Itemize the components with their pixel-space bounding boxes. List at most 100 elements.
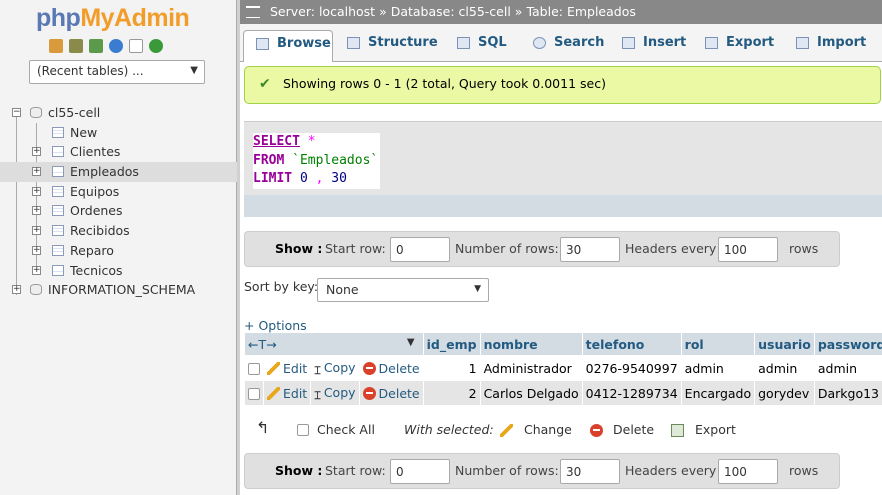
cell-rol[interactable]: Encargado [681,381,755,405]
start-row-input[interactable] [390,237,450,262]
cell-password[interactable]: Darkgo13 [814,381,882,405]
nav-icon-bar [49,39,163,53]
expand-icon[interactable]: + [32,265,41,275]
cell-telefono[interactable]: 0276-9540997 [582,356,681,380]
cell-password[interactable]: admin [814,356,882,380]
tree-item-empleados[interactable]: + Empleados [0,162,237,182]
tree-item-clientes[interactable]: + Clientes [0,142,237,162]
expand-icon[interactable]: + [32,226,41,236]
tab-insert[interactable]: Insert [610,30,686,62]
column-header-nombre[interactable]: nombre [480,333,582,355]
copy-link[interactable]: Copy [324,360,356,375]
tree-item-tecnicos[interactable]: + Tecnicos [0,261,237,281]
expand-icon[interactable]: + [32,167,41,177]
sql-number: 30 [331,171,347,186]
options-link[interactable]: + Options [244,318,307,333]
bulk-change-button[interactable]: Change [524,418,572,442]
column-header-id-emp[interactable]: id_emp [423,333,480,355]
row-checkbox[interactable] [248,363,260,375]
column-header-rol[interactable]: rol [681,333,755,355]
database-tree: − cl55-cell New + Clientes + Empleados +… [0,103,237,300]
column-nav-arrows[interactable]: ←T→ [248,337,277,352]
tree-db-information-schema[interactable]: + INFORMATION_SCHEMA [0,280,237,300]
expand-icon[interactable]: + [32,245,41,255]
table-icon [52,185,64,197]
check-all-checkbox[interactable] [297,424,309,436]
query-window-icon[interactable] [89,39,103,53]
edit-link[interactable]: Edit [283,386,307,401]
edit-action[interactable]: Edit [264,356,311,380]
docs-icon[interactable] [109,39,123,53]
headers-every-input[interactable] [718,237,778,262]
cell-nombre[interactable]: Carlos Delgado [480,381,582,405]
recent-tables-select[interactable]: (Recent tables) ... ▼ [29,60,205,84]
search-icon [533,37,546,49]
copy-action[interactable]: ⌶ Copy [311,381,359,405]
tree-item-recibidos[interactable]: + Recibidos [0,221,237,241]
chevron-down-icon: ▼ [474,284,481,294]
headers-every-input[interactable] [718,459,778,484]
bulk-delete-button[interactable]: Delete [613,418,654,442]
tree-db-cl55-cell[interactable]: − cl55-cell [0,103,237,123]
delete-link[interactable]: Delete [379,386,420,401]
tree-item-new[interactable]: New [0,123,237,143]
expand-icon[interactable]: + [12,285,21,295]
tab-browse[interactable]: Browse [243,30,333,62]
reload-icon[interactable] [149,39,163,53]
delete-action[interactable]: Delete [359,356,423,380]
tab-import[interactable]: Import [784,30,866,62]
cell-telefono[interactable]: 0412-1289734 [582,381,681,405]
expand-icon[interactable]: + [32,147,41,157]
row-checkbox[interactable] [248,388,260,400]
copy-action[interactable]: ⌶ Copy [311,356,359,380]
edit-link[interactable]: Edit [283,361,307,376]
delete-link[interactable]: Delete [379,361,420,376]
copy-icon[interactable] [129,39,143,53]
tab-structure[interactable]: Structure [335,30,438,62]
chevron-down-icon[interactable]: ▼ [407,337,415,348]
tree-item-equipos[interactable]: + Equipos [0,182,237,202]
home-icon[interactable] [49,39,63,53]
sql-keyword[interactable]: SELECT [253,134,300,149]
edit-action[interactable]: Edit [264,381,311,405]
num-rows-input[interactable] [560,237,620,262]
breadcrumb-database[interactable]: Database: cl55-cell [391,4,511,19]
expand-icon[interactable]: + [32,186,41,196]
show-button[interactable]: Show : [275,241,322,256]
column-header-telefono[interactable]: telefono [582,333,681,355]
cell-usuario[interactable]: admin [755,356,814,380]
collapse-icon[interactable]: − [12,108,21,117]
breadcrumb-server[interactable]: Server: localhost [270,4,375,19]
cell-rol[interactable]: admin [681,356,755,380]
headers-every-label: Headers every [625,241,717,256]
navigation-panel: phpMyAdmin (Recent tables) ... ▼ − cl55-… [0,0,237,495]
tab-export[interactable]: Export [693,30,774,62]
sort-key-select[interactable]: None ▼ [317,278,489,302]
cell-nombre[interactable]: Administrador [480,356,582,380]
bulk-export-button[interactable]: Export [695,418,736,442]
copy-link[interactable]: Copy [324,385,356,400]
column-header-usuario[interactable]: usuario [755,333,814,355]
pencil-icon [267,386,280,400]
cell-usuario[interactable]: gorydev [755,381,814,405]
breadcrumb-table[interactable]: Table: Empleados [526,4,635,19]
start-row-input[interactable] [390,459,450,484]
show-button[interactable]: Show : [275,463,322,478]
tab-label: Import [817,35,867,50]
cell-id-emp[interactable]: 1 [423,356,480,380]
menu-toggle-icon[interactable] [246,6,260,18]
tree-item-reparo[interactable]: + Reparo [0,241,237,261]
num-rows-input[interactable] [560,459,620,484]
column-header-password[interactable]: password [814,333,882,355]
tree-item-ordenes[interactable]: + Ordenes [0,201,237,221]
breadcrumb-separator: » [514,4,523,19]
cell-id-emp[interactable]: 2 [423,381,480,405]
logout-icon[interactable] [69,39,83,53]
check-all-label[interactable]: Check All [317,418,375,442]
tab-search[interactable]: Search [521,30,604,62]
expand-icon[interactable]: + [32,206,41,216]
delete-action[interactable]: Delete [359,381,423,405]
tab-sql[interactable]: SQL [445,30,507,62]
tree-item-label: New [70,124,98,140]
phpmyadmin-logo[interactable]: phpMyAdmin [36,4,190,33]
